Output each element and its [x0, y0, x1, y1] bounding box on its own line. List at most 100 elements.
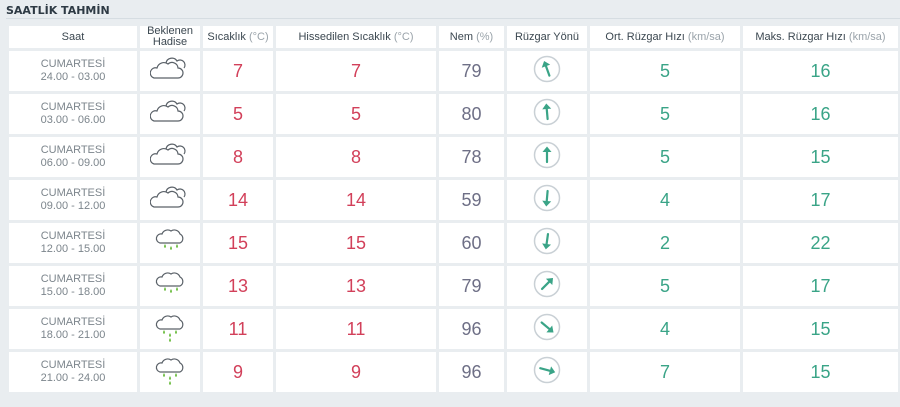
- time-cell: CUMARTESİ 21.00 - 24.00: [9, 352, 137, 392]
- header-saat-label: Saat: [61, 30, 85, 43]
- time-cell: CUMARTESİ 12.00 - 15.00: [9, 223, 137, 263]
- day-label: CUMARTESİ: [40, 316, 106, 328]
- avg-wind-value: 7: [659, 361, 670, 382]
- table-row: CUMARTESİ 09.00 - 12.00 14 14 59 4 17: [9, 180, 898, 220]
- feels-like-value: 13: [345, 275, 367, 296]
- header-ruzgar-yonu-label: Rüzgar Yönü: [514, 30, 579, 43]
- humidity-cell: 96: [439, 352, 504, 392]
- max-wind-cell: 22: [743, 223, 898, 263]
- header-maks-ruzgar-unit: (km/sa): [848, 30, 886, 43]
- humidity-value: 78: [461, 146, 482, 167]
- header-hissedilen: Hissedilen Sıcaklık (°C): [276, 26, 436, 48]
- header-nem-unit: (%): [476, 30, 494, 43]
- max-wind-value: 15: [810, 361, 831, 382]
- avg-wind-cell: 5: [590, 94, 740, 134]
- temperature-cell: 9: [203, 352, 273, 392]
- time-range: 06.00 - 09.00: [40, 157, 106, 169]
- feels-like-cell: 11: [276, 309, 436, 349]
- header-ort-ruzgar: Ort. Rüzgar Hızı (km/sa): [590, 26, 740, 48]
- humidity-cell: 60: [439, 223, 504, 263]
- weather-cell: [140, 137, 200, 177]
- humidity-value: 96: [461, 318, 482, 339]
- header-sicaklik-unit: (°C): [248, 30, 269, 43]
- table-row: CUMARTESİ 06.00 - 09.00 8 8 78 5 15: [9, 137, 898, 177]
- avg-wind-value: 5: [659, 275, 670, 296]
- feels-like-cell: 15: [276, 223, 436, 263]
- wind-direction-icon: [532, 54, 562, 89]
- weather-cell: [140, 309, 200, 349]
- rain-icon: [150, 312, 190, 347]
- avg-wind-value: 4: [659, 318, 670, 339]
- table-row: CUMARTESİ 21.00 - 24.00 9 9 96 7 15: [9, 352, 898, 392]
- feels-like-cell: 9: [276, 352, 436, 392]
- day-label: CUMARTESİ: [40, 58, 106, 70]
- wind-direction-icon: [532, 140, 562, 175]
- avg-wind-cell: 4: [590, 180, 740, 220]
- temperature-value: 9: [232, 361, 243, 382]
- humidity-cell: 78: [439, 137, 504, 177]
- cloudy-icon: [149, 183, 190, 218]
- wind-direction-cell: [507, 180, 587, 220]
- weather-cell: [140, 180, 200, 220]
- temperature-value: 11: [228, 318, 248, 339]
- wind-direction-cell: [507, 223, 587, 263]
- day-label: CUMARTESİ: [40, 101, 106, 113]
- feels-like-cell: 14: [276, 180, 436, 220]
- humidity-cell: 96: [439, 309, 504, 349]
- wind-direction-cell: [507, 137, 587, 177]
- temperature-value: 5: [232, 103, 243, 124]
- avg-wind-cell: 5: [590, 266, 740, 306]
- header-nem: Nem (%): [439, 26, 504, 48]
- time-cell: CUMARTESİ 03.00 - 06.00: [9, 94, 137, 134]
- page-title: SAATLİK TAHMİN: [6, 4, 110, 17]
- wind-direction-icon: [532, 226, 562, 261]
- feels-like-cell: 5: [276, 94, 436, 134]
- temperature-cell: 13: [203, 266, 273, 306]
- avg-wind-cell: 2: [590, 223, 740, 263]
- feels-like-value: 7: [350, 60, 361, 81]
- avg-wind-value: 5: [659, 60, 670, 81]
- time-cell: CUMARTESİ 24.00 - 03.00: [9, 51, 137, 91]
- time-cell: CUMARTESİ 15.00 - 18.00: [9, 266, 137, 306]
- weather-cell: [140, 94, 200, 134]
- weather-cell: [140, 51, 200, 91]
- temperature-value: 13: [227, 275, 249, 296]
- max-wind-value: 15: [810, 318, 831, 339]
- header-hadise: Beklenen Hadise: [140, 26, 200, 48]
- table-row: CUMARTESİ 24.00 - 03.00 7 7 79 5 16: [9, 51, 898, 91]
- temperature-cell: 8: [203, 137, 273, 177]
- table-row: CUMARTESİ 15.00 - 18.00 13 13 79 5 17: [9, 266, 898, 306]
- hourly-forecast-table: Saat Beklenen Hadise Sıcaklık (°C) Hisse…: [6, 23, 900, 395]
- header-sicaklik-label: Sıcaklık: [207, 30, 246, 43]
- max-wind-value: 17: [810, 189, 831, 210]
- header-ort-ruzgar-label: Ort. Rüzgar Hızı: [605, 30, 685, 43]
- feels-like-value: 9: [350, 361, 361, 382]
- table-row: CUMARTESİ 18.00 - 21.00 11 11 96 4 15: [9, 309, 898, 349]
- temperature-value: 15: [227, 232, 249, 253]
- day-label: CUMARTESİ: [40, 359, 106, 371]
- feels-like-cell: 13: [276, 266, 436, 306]
- humidity-cell: 79: [439, 266, 504, 306]
- table-header-row: Saat Beklenen Hadise Sıcaklık (°C) Hisse…: [9, 26, 898, 48]
- time-cell: CUMARTESİ 09.00 - 12.00: [9, 180, 137, 220]
- title-divider: [6, 18, 900, 19]
- wind-direction-icon: [532, 97, 562, 132]
- light-rain-icon: [150, 269, 190, 304]
- header-ort-ruzgar-unit: (km/sa): [687, 30, 725, 43]
- header-hissedilen-unit: (°C): [393, 30, 414, 43]
- max-wind-value: 15: [810, 146, 831, 167]
- wind-direction-icon: [532, 355, 562, 390]
- time-cell: CUMARTESİ 18.00 - 21.00: [9, 309, 137, 349]
- weather-cell: [140, 266, 200, 306]
- time-range: 24.00 - 03.00: [40, 71, 106, 83]
- header-nem-label: Nem: [449, 30, 474, 43]
- humidity-value: 79: [461, 275, 482, 296]
- avg-wind-cell: 4: [590, 309, 740, 349]
- wind-direction-cell: [507, 51, 587, 91]
- rain-icon: [150, 355, 190, 390]
- humidity-value: 59: [461, 189, 482, 210]
- wind-direction-icon: [532, 183, 562, 218]
- humidity-cell: 79: [439, 51, 504, 91]
- weather-cell: [140, 223, 200, 263]
- humidity-value: 96: [461, 361, 482, 382]
